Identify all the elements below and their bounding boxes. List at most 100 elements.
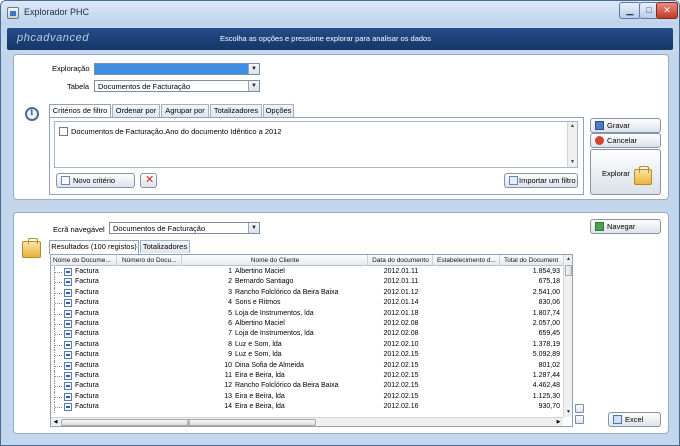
col-estabelecimento[interactable]: Estabelecimento d... bbox=[434, 255, 500, 266]
table-row[interactable]: Factura 13 Eira e Beira, lda 2012.02.15 1.12… bbox=[51, 391, 563, 403]
table-row[interactable]: Factura 7 Loja de Instrumentos, lda 2012.02… bbox=[51, 329, 563, 340]
tab-criterios-filtro[interactable]: Critérios de filtro bbox=[49, 104, 111, 118]
document-icon bbox=[64, 403, 72, 412]
results-grid[interactable]: Nome do Docume... Número do Docu... Nome… bbox=[50, 254, 573, 427]
gravar-label: Gravar bbox=[607, 121, 630, 130]
delete-criterio-button[interactable]: ✕ bbox=[140, 173, 157, 188]
cell-nome-cliente: Eira e Beira, lda bbox=[235, 392, 285, 400]
document-icon bbox=[64, 351, 72, 360]
scroll-right-icon[interactable]: ▶ bbox=[554, 418, 563, 426]
novo-criterio-label: Novo critério bbox=[73, 176, 116, 185]
tab-opcoes[interactable]: Opções bbox=[263, 104, 294, 117]
filter-item[interactable]: Documentos de Facturação.Ano do document… bbox=[71, 127, 282, 136]
close-button[interactable]: ✕ bbox=[656, 2, 678, 19]
document-icon bbox=[64, 361, 72, 370]
tabela-select[interactable]: Documentos de Facturação ▼ bbox=[94, 80, 260, 92]
app-window: Explorador PHC ▁ □ ✕ phcadvanced Escolha… bbox=[0, 0, 680, 446]
cell-nome-documento: Factura bbox=[75, 268, 99, 275]
cell-numero-documento: 5 bbox=[228, 309, 232, 317]
cell-total-documento: 675,18 bbox=[538, 278, 560, 286]
explorar-button[interactable]: Explorar bbox=[590, 149, 661, 195]
table-row[interactable]: Factura 3 Rancho Folclórico da Beira Baixa… bbox=[51, 287, 563, 299]
col-nome-cliente[interactable]: Nome do Cliente bbox=[183, 255, 368, 266]
col-data-documento[interactable]: Data do documento bbox=[369, 255, 433, 266]
excel-button[interactable]: Excel bbox=[608, 412, 661, 427]
chevron-down-icon[interactable]: ▼ bbox=[248, 81, 259, 91]
cancelar-label: Cancelar bbox=[607, 136, 638, 145]
tab-resultados[interactable]: Resultados (100 registos) bbox=[49, 240, 139, 254]
cell-nome-documento: Factura bbox=[75, 288, 99, 296]
document-icon bbox=[64, 392, 72, 401]
filter-scrollbar[interactable]: ▲ ▼ bbox=[567, 122, 577, 167]
table-row[interactable]: Factura 8 Luz e Som, lda 2012.02.10 1.378,19 bbox=[51, 339, 563, 351]
cell-data-documento: 2012.02.15 bbox=[383, 351, 419, 359]
cell-nome-cliente: Loja de Instrumentos, lda bbox=[235, 309, 314, 317]
import-icon bbox=[509, 176, 518, 185]
cell-numero-documento: 7 bbox=[228, 330, 232, 338]
table-row[interactable]: Factura 10 Dina Sofia de Almeida 2012.02.15… bbox=[51, 360, 563, 371]
cell-numero-documento: 8 bbox=[228, 340, 232, 348]
document-icon bbox=[64, 330, 72, 339]
document-icon bbox=[64, 309, 72, 318]
importar-filtro-label: Importar um filtro bbox=[519, 176, 576, 185]
cell-numero-documento: 3 bbox=[228, 288, 232, 296]
table-row[interactable]: Factura 14 Eira e Beira, lda 2012.02.16 930,… bbox=[51, 402, 563, 413]
exploracao-select[interactable]: ▼ bbox=[94, 63, 260, 75]
cell-total-documento: 2.057,00 bbox=[532, 320, 560, 327]
table-row[interactable]: Factura 12 Rancho Folclórico da Beira Baix… bbox=[51, 381, 563, 392]
filter-criteria-list: Documentos de Facturação.Ano do document… bbox=[54, 121, 578, 168]
table-row[interactable]: Factura 2 Bernardo Santiago 2012.01.11 675,1… bbox=[51, 277, 563, 288]
novo-criterio-button[interactable]: Novo critério bbox=[56, 173, 135, 188]
scroll-down-icon[interactable]: ▼ bbox=[564, 408, 572, 417]
table-row[interactable]: Factura 6 Albertino Maciel 2012.02.08 2.057,… bbox=[51, 319, 563, 330]
cell-nome-documento: Factura bbox=[75, 299, 99, 307]
cell-total-documento: 4.462,48 bbox=[532, 382, 560, 390]
table-row[interactable]: Factura 11 Eira e Beira, lda 2012.02.15 1.28… bbox=[51, 371, 563, 382]
cell-nome-cliente: Dina Sofia de Almeida bbox=[235, 361, 304, 369]
tab-totalizadores[interactable]: Totalizadores bbox=[210, 104, 262, 117]
cell-nome-documento: Factura bbox=[75, 320, 99, 327]
cell-nome-documento: Factura bbox=[75, 340, 99, 348]
chevron-down-icon[interactable]: ▼ bbox=[248, 223, 259, 233]
grid-horizontal-scrollbar[interactable]: ◀ ||| ▶ bbox=[51, 417, 563, 426]
col-total-documento[interactable]: Total do Document bbox=[501, 255, 563, 266]
cell-numero-documento: 14 bbox=[224, 403, 232, 411]
navegar-button[interactable]: Navegar bbox=[590, 219, 661, 234]
col-nome-documento[interactable]: Nome do Docume... bbox=[51, 255, 117, 266]
table-row[interactable]: Factura 4 Sons e Ritmos 2012.01.14 830,06 bbox=[51, 298, 563, 309]
table-row[interactable]: Factura 5 Loja de Instrumentos, lda 2012.01… bbox=[51, 308, 563, 319]
tab-totalizadores-results[interactable]: Totalizadores bbox=[140, 240, 190, 253]
gravar-button[interactable]: Gravar bbox=[590, 118, 661, 133]
horizontal-scroll-thumb[interactable]: ||| bbox=[61, 419, 316, 426]
header-banner: phcadvanced Escolha as opções e pression… bbox=[7, 28, 673, 50]
col-numero-documento[interactable]: Número do Docu... bbox=[118, 255, 182, 266]
app-icon bbox=[7, 7, 19, 19]
open-box-icon bbox=[22, 238, 41, 258]
cell-data-documento: 2012.02.08 bbox=[383, 330, 419, 338]
ecra-navegavel-select[interactable]: Documentos de Facturação ▼ bbox=[109, 222, 260, 234]
grid-zoom-icon[interactable] bbox=[575, 415, 584, 424]
cell-nome-cliente: Albertino Maciel bbox=[235, 320, 285, 327]
cell-numero-documento: 13 bbox=[224, 392, 232, 400]
table-row[interactable]: Factura 9 Luz e Som, lda 2012.02.15 5.092,89 bbox=[51, 350, 563, 361]
grid-settings-icon[interactable] bbox=[575, 404, 584, 413]
cell-numero-documento: 9 bbox=[228, 351, 232, 359]
grid-vertical-scrollbar[interactable]: ▲ ▼ bbox=[563, 255, 572, 417]
scroll-thumb[interactable] bbox=[565, 265, 572, 276]
minimize-button[interactable]: ▁ bbox=[619, 2, 641, 19]
scroll-up-icon[interactable]: ▲ bbox=[564, 255, 572, 264]
filter-checkbox[interactable] bbox=[59, 127, 68, 136]
chevron-down-icon[interactable]: ▼ bbox=[248, 64, 259, 74]
scroll-up-icon[interactable]: ▲ bbox=[568, 122, 577, 131]
cell-data-documento: 2012.02.15 bbox=[383, 361, 419, 369]
scroll-down-icon[interactable]: ▼ bbox=[568, 158, 577, 167]
tab-agrupar-por[interactable]: Agrupar por bbox=[161, 104, 209, 117]
cell-numero-documento: 12 bbox=[224, 382, 232, 390]
window-title: Explorador PHC bbox=[24, 7, 90, 17]
tab-ordenar-por[interactable]: Ordenar por bbox=[112, 104, 160, 117]
table-row[interactable]: Factura 1 Albertino Maciel 2012.01.11 1.854,… bbox=[51, 267, 563, 278]
cell-data-documento: 2012.02.15 bbox=[383, 392, 419, 400]
importar-filtro-button[interactable]: Importar um filtro bbox=[504, 173, 578, 188]
scroll-left-icon[interactable]: ◀ bbox=[51, 418, 60, 426]
cancelar-button[interactable]: Cancelar bbox=[590, 133, 661, 148]
